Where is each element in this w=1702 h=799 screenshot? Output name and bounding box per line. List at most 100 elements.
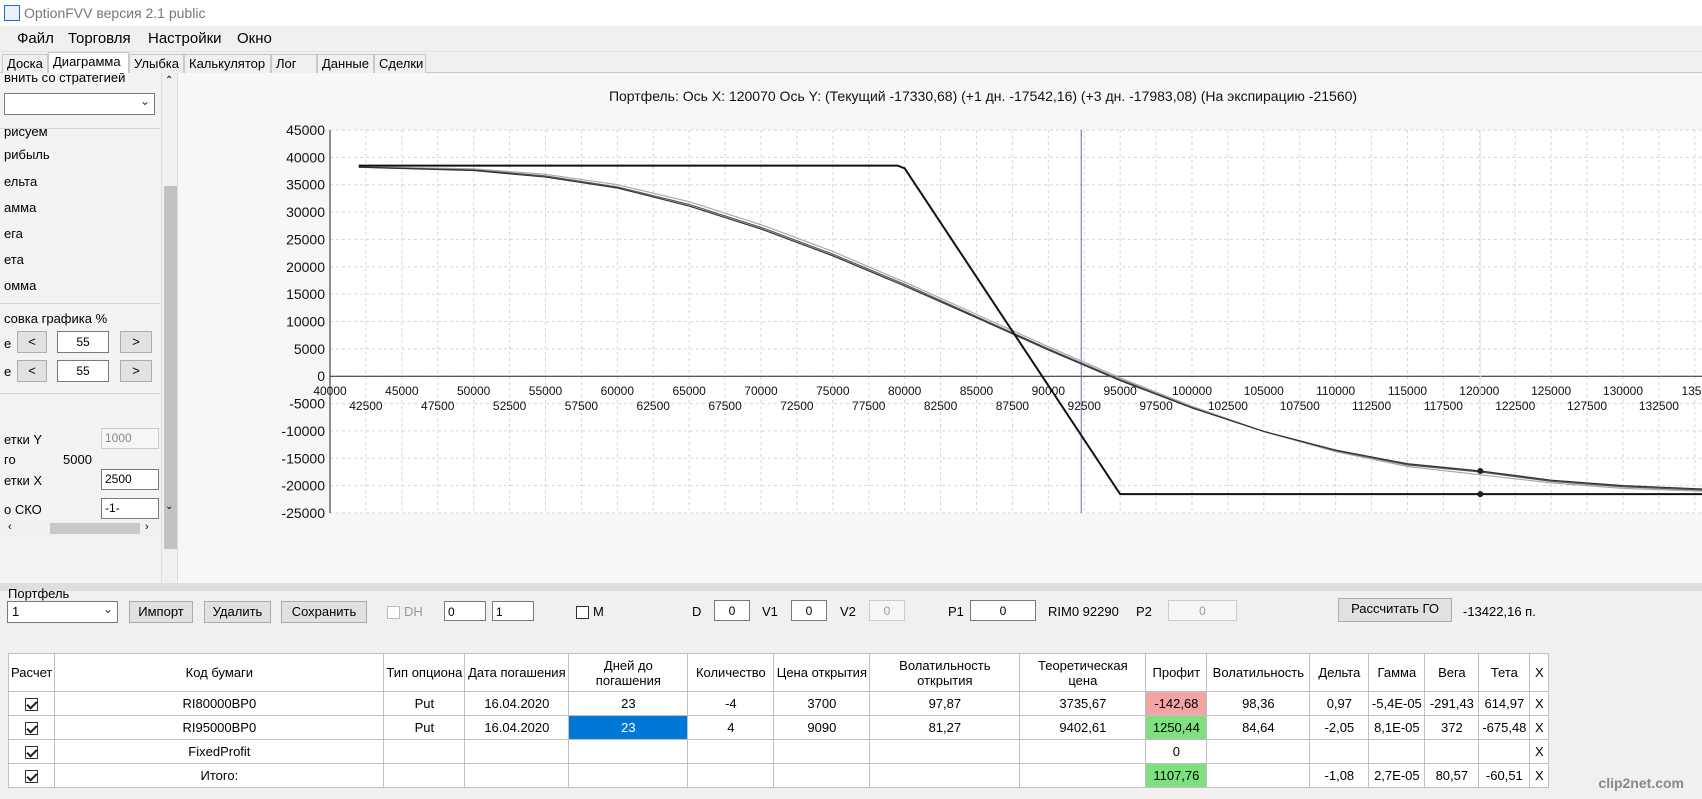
table-cell[interactable]: 98,36	[1206, 691, 1311, 716]
option-vega[interactable]: ега	[4, 226, 23, 241]
table-cell[interactable]: 9090	[773, 715, 871, 740]
table-cell[interactable]: RI80000BP0	[54, 691, 385, 716]
option-vomma[interactable]: омма	[4, 278, 36, 293]
save-button[interactable]: Сохранить	[281, 601, 367, 623]
calc-checkbox[interactable]	[7, 763, 56, 788]
table-cell[interactable]: Итого:	[54, 763, 385, 788]
table-cell[interactable]: RI95000BP0	[54, 715, 385, 740]
table-cell[interactable]	[1019, 763, 1147, 788]
strategy-select[interactable]: ⌄	[4, 93, 155, 115]
table-cell[interactable]	[568, 739, 689, 764]
remove-row-button[interactable]: X	[1529, 739, 1550, 764]
table-cell[interactable]	[1309, 739, 1370, 764]
scroll-down-icon[interactable]: ⌄	[165, 501, 173, 512]
scroll-left-icon[interactable]: ‹	[8, 521, 12, 533]
scroll-up-icon[interactable]: ⌃	[165, 75, 173, 86]
tab-data[interactable]: Данные	[317, 54, 374, 73]
table-cell[interactable]	[383, 739, 466, 764]
scroll-thumb[interactable]	[50, 523, 140, 534]
column-header[interactable]: Теоретическая цена	[1019, 653, 1147, 692]
table-cell[interactable]: 80,57	[1424, 763, 1480, 788]
column-header[interactable]: Профит	[1145, 653, 1208, 692]
column-header[interactable]: Дельта	[1309, 653, 1370, 692]
table-cell[interactable]	[773, 763, 871, 788]
table-cell[interactable]	[464, 739, 570, 764]
calc-go-button[interactable]: Рассчитать ГО	[1338, 598, 1452, 622]
v2-input[interactable]: 0	[869, 600, 905, 621]
tab-diagram[interactable]: Диаграмма	[48, 52, 129, 74]
d-input[interactable]: 0	[714, 600, 750, 621]
column-header[interactable]: Тета	[1478, 653, 1531, 692]
menu-trade[interactable]: Торговля	[68, 30, 131, 47]
tab-board[interactable]: Доска	[2, 54, 48, 73]
table-cell[interactable]	[869, 763, 1021, 788]
table-cell[interactable]	[464, 763, 570, 788]
panel-splitter[interactable]	[0, 583, 1702, 591]
vertical-scrollbar[interactable]: ⌃ ⌄	[161, 73, 177, 583]
table-row[interactable]: Итого: 1107,76 -1,08 2,7E-05 80,57 -60,51 X	[7, 763, 1550, 788]
table-row[interactable]: FixedProfit 0 X	[7, 739, 1550, 764]
tab-smile[interactable]: Улыбка	[129, 54, 184, 73]
dh-checkbox[interactable]	[387, 606, 400, 619]
table-cell[interactable]: FixedProfit	[54, 739, 385, 764]
p1-input[interactable]: 0	[970, 600, 1036, 621]
table-cell[interactable]	[383, 763, 466, 788]
m-checkbox[interactable]	[576, 606, 589, 619]
table-cell[interactable]	[568, 763, 689, 788]
table-cell[interactable]: 97,87	[869, 691, 1021, 716]
checkmark-icon[interactable]	[25, 722, 39, 736]
table-cell[interactable]: -291,43	[1424, 691, 1480, 716]
import-button[interactable]: Импорт	[129, 601, 193, 623]
table-cell[interactable]	[1206, 739, 1311, 764]
tab-calculator[interactable]: Калькулятор	[184, 54, 271, 73]
spin2-input[interactable]: 1	[492, 601, 534, 621]
column-header[interactable]: Дней до погашения	[568, 653, 689, 692]
table-cell[interactable]: 372	[1424, 715, 1480, 740]
table-cell[interactable]: Put	[383, 715, 466, 740]
remove-row-button[interactable]: X	[1529, 715, 1550, 740]
option-theta[interactable]: ета	[4, 252, 24, 267]
scale2-increase-button[interactable]: >	[120, 360, 152, 382]
scale2-input[interactable]: 55	[57, 360, 109, 382]
column-header[interactable]: Дата погашения	[464, 653, 570, 692]
table-cell[interactable]: 23	[568, 691, 689, 716]
table-cell[interactable]: 8,1E-05	[1368, 715, 1426, 740]
v1-input[interactable]: 0	[791, 600, 827, 621]
table-cell[interactable]: -2,05	[1309, 715, 1370, 740]
table-cell[interactable]: 0	[1145, 739, 1208, 764]
account-select[interactable]: 1 ⌄	[7, 601, 118, 623]
grid-x-input[interactable]: 2500	[101, 469, 159, 490]
menu-window[interactable]: Окно	[237, 30, 272, 47]
table-cell[interactable]: 3735,67	[1019, 691, 1147, 716]
column-header[interactable]: Волатильность	[1206, 653, 1311, 692]
scale1-decrease-button[interactable]: <	[17, 331, 47, 353]
table-cell[interactable]	[1478, 739, 1531, 764]
table-cell[interactable]: -4	[687, 691, 775, 716]
table-cell[interactable]	[687, 763, 775, 788]
tab-log[interactable]: Лог	[271, 54, 317, 73]
table-cell[interactable]	[1206, 763, 1311, 788]
menu-file[interactable]: Файл	[17, 30, 54, 47]
checkmark-icon[interactable]	[25, 746, 39, 760]
sko-input[interactable]: -1-	[101, 498, 159, 519]
table-cell[interactable]: 3700	[773, 691, 871, 716]
option-gamma[interactable]: амма	[4, 200, 36, 215]
table-cell[interactable]	[1368, 739, 1426, 764]
grid-y-input[interactable]: 1000	[101, 428, 159, 449]
scroll-thumb[interactable]	[164, 186, 177, 549]
table-cell[interactable]: 1107,76	[1145, 763, 1208, 788]
remove-row-button[interactable]: X	[1529, 763, 1550, 788]
delete-button[interactable]: Удалить	[204, 601, 271, 623]
column-header[interactable]: X	[1529, 653, 1550, 692]
checkmark-icon[interactable]	[25, 698, 39, 712]
column-header[interactable]: Количество	[687, 653, 775, 692]
table-cell[interactable]: 1250,44	[1145, 715, 1208, 740]
table-cell[interactable]: -1,08	[1309, 763, 1370, 788]
table-cell[interactable]: -142,68	[1145, 691, 1208, 716]
calc-checkbox[interactable]	[7, 715, 56, 740]
column-header[interactable]: Волатильность открытия	[869, 653, 1021, 692]
checkmark-icon[interactable]	[25, 770, 39, 784]
horizontal-scrollbar[interactable]: ‹ ›	[0, 520, 161, 537]
column-header[interactable]: Цена открытия	[773, 653, 871, 692]
table-cell[interactable]: 614,97	[1478, 691, 1531, 716]
